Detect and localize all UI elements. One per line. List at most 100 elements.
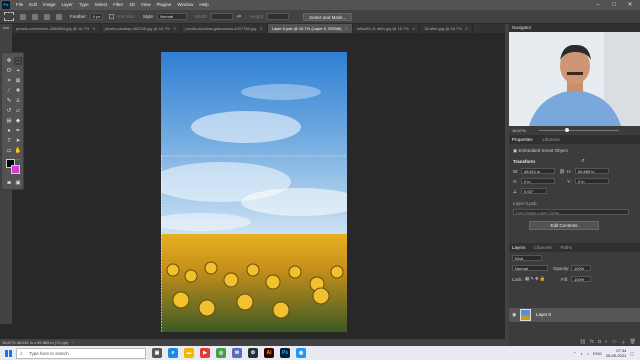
blur-tool-icon[interactable]: ◆ (14, 117, 22, 125)
rectangle-tool-icon[interactable]: ▭ (5, 147, 13, 155)
network-icon[interactable]: ◗ (581, 351, 583, 356)
chrome-icon[interactable]: ◎ (216, 348, 226, 358)
fill-field[interactable]: 100% (571, 276, 591, 282)
layer-comp-select[interactable]: Don't Apply Layer Comp (513, 209, 629, 215)
type-tool-icon[interactable]: T (5, 137, 13, 145)
x-field[interactable]: 0 in (521, 178, 555, 184)
file-explorer-icon[interactable]: ▬ (184, 348, 194, 358)
delete-layer-icon[interactable]: 🗑 (630, 339, 636, 345)
dodge-tool-icon[interactable]: ● (5, 127, 13, 135)
intersect-selection-icon[interactable] (56, 13, 62, 20)
layer-name[interactable]: Layer 0 (536, 312, 551, 317)
more-tools-icon[interactable]: ⋯ (14, 157, 22, 165)
camera-app-icon[interactable]: ◉ (296, 348, 306, 358)
tab-document-2[interactable]: pexels-pixabay-462235.jpg @ 16.7% ✕ (101, 24, 182, 33)
menu-3d[interactable]: 3D (126, 0, 138, 10)
new-selection-icon[interactable] (20, 13, 26, 20)
brush-tool-icon[interactable]: ✎ (5, 97, 13, 105)
link-layers-icon[interactable]: ⛓ (580, 339, 586, 345)
reset-transform-icon[interactable]: ↺ (581, 158, 585, 164)
object-selection-tool-icon[interactable]: ⌖ (14, 67, 22, 75)
taskbar-clock[interactable]: 07:34 25-09-2021 (606, 348, 626, 358)
link-dimensions-icon[interactable]: ⛓ (559, 169, 565, 175)
maximize-button[interactable]: □ (606, 0, 622, 10)
illustrator-icon[interactable]: Ai (264, 348, 274, 358)
move-tool-icon[interactable]: ✥ (5, 57, 13, 65)
height-input[interactable] (267, 13, 290, 20)
menu-select[interactable]: Select (92, 0, 111, 10)
photoshop-taskbar-icon[interactable]: Ps (280, 348, 290, 358)
status-menu-arrow-icon[interactable]: › (72, 340, 73, 345)
settings-icon[interactable]: ⚙ (248, 348, 258, 358)
eyedropper-tool-icon[interactable]: ⁄ (5, 87, 13, 95)
tab-libraries[interactable]: Libraries (543, 137, 560, 142)
navigator-zoom-value[interactable]: 16.67% (512, 128, 526, 133)
adjustment-layer-icon[interactable]: ◐ (605, 339, 608, 345)
taskbar-search-input[interactable]: ⌕ Type here to search (16, 347, 146, 359)
media-app-icon[interactable]: ▶ (200, 348, 210, 358)
language-indicator[interactable]: ENG (593, 351, 602, 356)
lock-options-icon[interactable]: ▦✎✥🔒 (525, 276, 546, 282)
clone-stamp-tool-icon[interactable]: ♙ (14, 97, 22, 105)
tab-document-3[interactable]: pexels-karolina-grabowska-4207785.jpg ✕ (181, 24, 268, 33)
layer-row[interactable]: ◉ Layer 0 (509, 308, 640, 322)
close-tab-icon[interactable]: ✕ (465, 26, 468, 31)
width-input[interactable] (210, 13, 233, 20)
navigator-zoom-slider[interactable] (539, 130, 619, 131)
mail-icon[interactable]: ✉ (232, 348, 242, 358)
subtract-selection-icon[interactable] (44, 13, 50, 20)
menu-file[interactable]: File (13, 0, 26, 10)
close-tab-icon[interactable]: ✕ (92, 26, 95, 31)
crop-tool-icon[interactable]: ⌗ (5, 77, 13, 85)
tab-paths[interactable]: Paths (561, 243, 573, 252)
menu-image[interactable]: Image (40, 0, 59, 10)
edge-browser-icon[interactable]: e (168, 348, 178, 358)
height-field[interactable]: 69.889 in (575, 168, 609, 174)
minimize-button[interactable]: – (590, 0, 606, 10)
spot-healing-tool-icon[interactable]: ✚ (14, 87, 22, 95)
lasso-tool-icon[interactable]: ʘ (5, 67, 13, 75)
menu-help[interactable]: Help (196, 0, 211, 10)
tab-document-6[interactable]: 38 after.jpg @ 16.7% ✕ (420, 24, 474, 33)
frame-tool-icon[interactable]: ⊠ (14, 77, 22, 85)
menu-window[interactable]: Window (174, 0, 196, 10)
path-selection-tool-icon[interactable]: ➤ (14, 137, 22, 145)
tray-arrow-icon[interactable]: ⌃ (573, 351, 576, 356)
new-layer-icon[interactable]: ＋ (621, 339, 626, 346)
add-to-selection-icon[interactable] (32, 13, 38, 20)
layer-kind-filter[interactable]: Kind (512, 255, 542, 261)
notifications-icon[interactable]: ▢ (630, 351, 634, 356)
volume-icon[interactable]: ♪ (587, 351, 589, 356)
windows-start-icon[interactable] (0, 346, 16, 360)
tab-document-5[interactable]: kriisoft5 11 after.jpg @ 16.7% ✕ (353, 24, 421, 33)
edit-contents-button[interactable]: Edit Contents (529, 221, 599, 230)
menu-filter[interactable]: Filter (110, 0, 126, 10)
layer-style-icon[interactable]: fx (590, 339, 594, 345)
blend-mode-select[interactable]: Normal (512, 265, 548, 271)
new-group-icon[interactable]: ▭ (612, 339, 617, 345)
add-mask-icon[interactable]: ◘ (598, 339, 601, 345)
tab-channels[interactable]: Channels (534, 243, 553, 252)
tab-document-active[interactable]: Layer 0.psb @ 16.7% (Layer 0, RGB/8) ✕ (267, 24, 353, 33)
rectangular-marquee-tool-icon[interactable]: ⬚ (14, 57, 22, 65)
close-button[interactable]: ✕ (622, 0, 638, 10)
close-tab-icon[interactable]: ✕ (173, 26, 176, 31)
gradient-tool-icon[interactable]: ▤ (5, 117, 13, 125)
tab-document-1[interactable]: pexels-contenhive-4065864.jpg @ 16.7% ✕ (12, 24, 101, 33)
width-field[interactable]: 46.611 in (521, 168, 555, 174)
menu-plugins[interactable]: Plugins (154, 0, 175, 10)
select-and-mask-button[interactable]: Select and Mask... (303, 12, 353, 21)
menu-view[interactable]: View (138, 0, 154, 10)
opacity-field[interactable]: 100% (571, 265, 591, 271)
tab-properties[interactable]: Properties (512, 137, 533, 142)
eraser-tool-icon[interactable]: ▱ (14, 107, 22, 115)
quick-mask-icon[interactable]: ◙ (5, 179, 13, 187)
navigator-title[interactable]: Navigator (512, 24, 531, 32)
task-view-icon[interactable]: ▣ (152, 348, 162, 358)
anti-alias-checkbox[interactable] (109, 14, 115, 19)
angle-field[interactable]: 0.00° (521, 188, 547, 194)
y-field[interactable]: 0 in (575, 178, 609, 184)
layer-visibility-eye-icon[interactable]: ◉ (512, 312, 516, 318)
style-select[interactable]: Normal (157, 13, 188, 20)
hand-tool-icon[interactable]: ✋ (14, 147, 22, 155)
